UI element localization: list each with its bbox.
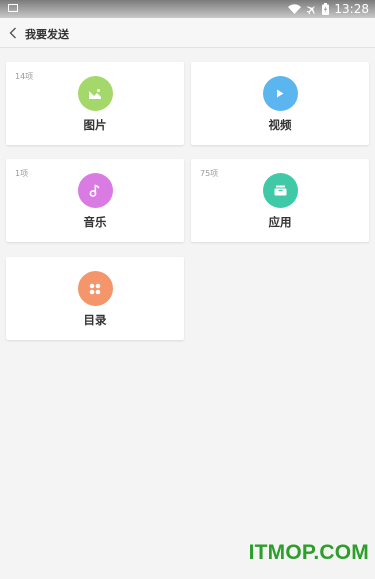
card-apps[interactable]: 75项 应用 xyxy=(191,159,369,242)
directory-icon-circle xyxy=(77,271,113,306)
status-bar: 13:28 xyxy=(0,0,375,18)
back-button[interactable] xyxy=(4,22,22,44)
apps-icon-circle xyxy=(262,173,298,208)
card-videos[interactable]: 视频 xyxy=(191,62,369,145)
app-box-icon xyxy=(274,185,286,196)
pictures-count: 14项 xyxy=(15,72,34,81)
videos-icon-circle xyxy=(262,76,298,111)
chevron-left-icon xyxy=(9,27,16,39)
watermark: ITMOP.COM xyxy=(248,541,369,564)
page-title: 我要发送 xyxy=(25,28,69,41)
music-count: 1项 xyxy=(15,169,29,178)
wifi-icon xyxy=(288,4,302,14)
toolbar: 我要发送 xyxy=(0,18,375,48)
battery-charging-icon xyxy=(322,3,330,15)
pictures-icon-circle xyxy=(77,76,113,111)
airplane-mode-icon xyxy=(307,5,316,14)
directory-label: 目录 xyxy=(83,313,107,327)
music-note-icon xyxy=(89,184,100,197)
apps-label: 应用 xyxy=(268,215,292,229)
four-dots-icon xyxy=(89,283,101,294)
card-music[interactable]: 1项 音乐 xyxy=(6,159,184,242)
music-icon-circle xyxy=(77,173,113,208)
card-directory[interactable]: 目录 xyxy=(6,257,184,340)
apps-count: 75项 xyxy=(200,169,219,178)
videos-label: 视频 xyxy=(268,118,292,132)
status-time: 13:28 xyxy=(334,2,369,16)
image-icon xyxy=(89,88,101,99)
screenshot-notification-icon xyxy=(8,4,18,12)
pictures-label: 图片 xyxy=(83,118,107,132)
play-icon xyxy=(277,89,284,98)
music-label: 音乐 xyxy=(83,215,107,229)
card-pictures[interactable]: 14项 图片 xyxy=(6,62,184,145)
